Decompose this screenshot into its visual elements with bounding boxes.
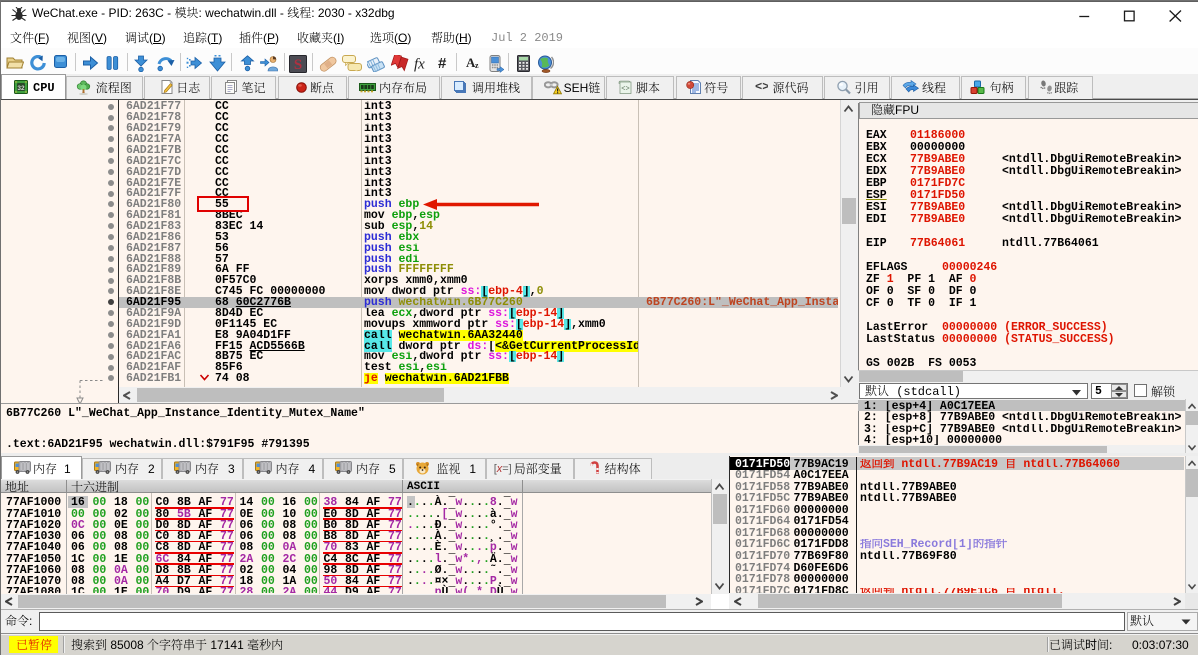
svg-text:#: # — [438, 55, 447, 71]
svg-text:z: z — [475, 61, 479, 70]
svg-text:32: 32 — [17, 85, 25, 92]
svg-text:S: S — [294, 57, 302, 73]
svg-text:fx: fx — [414, 57, 425, 73]
svg-text:<>: <> — [621, 86, 629, 94]
svg-text:<>: <> — [755, 80, 768, 93]
